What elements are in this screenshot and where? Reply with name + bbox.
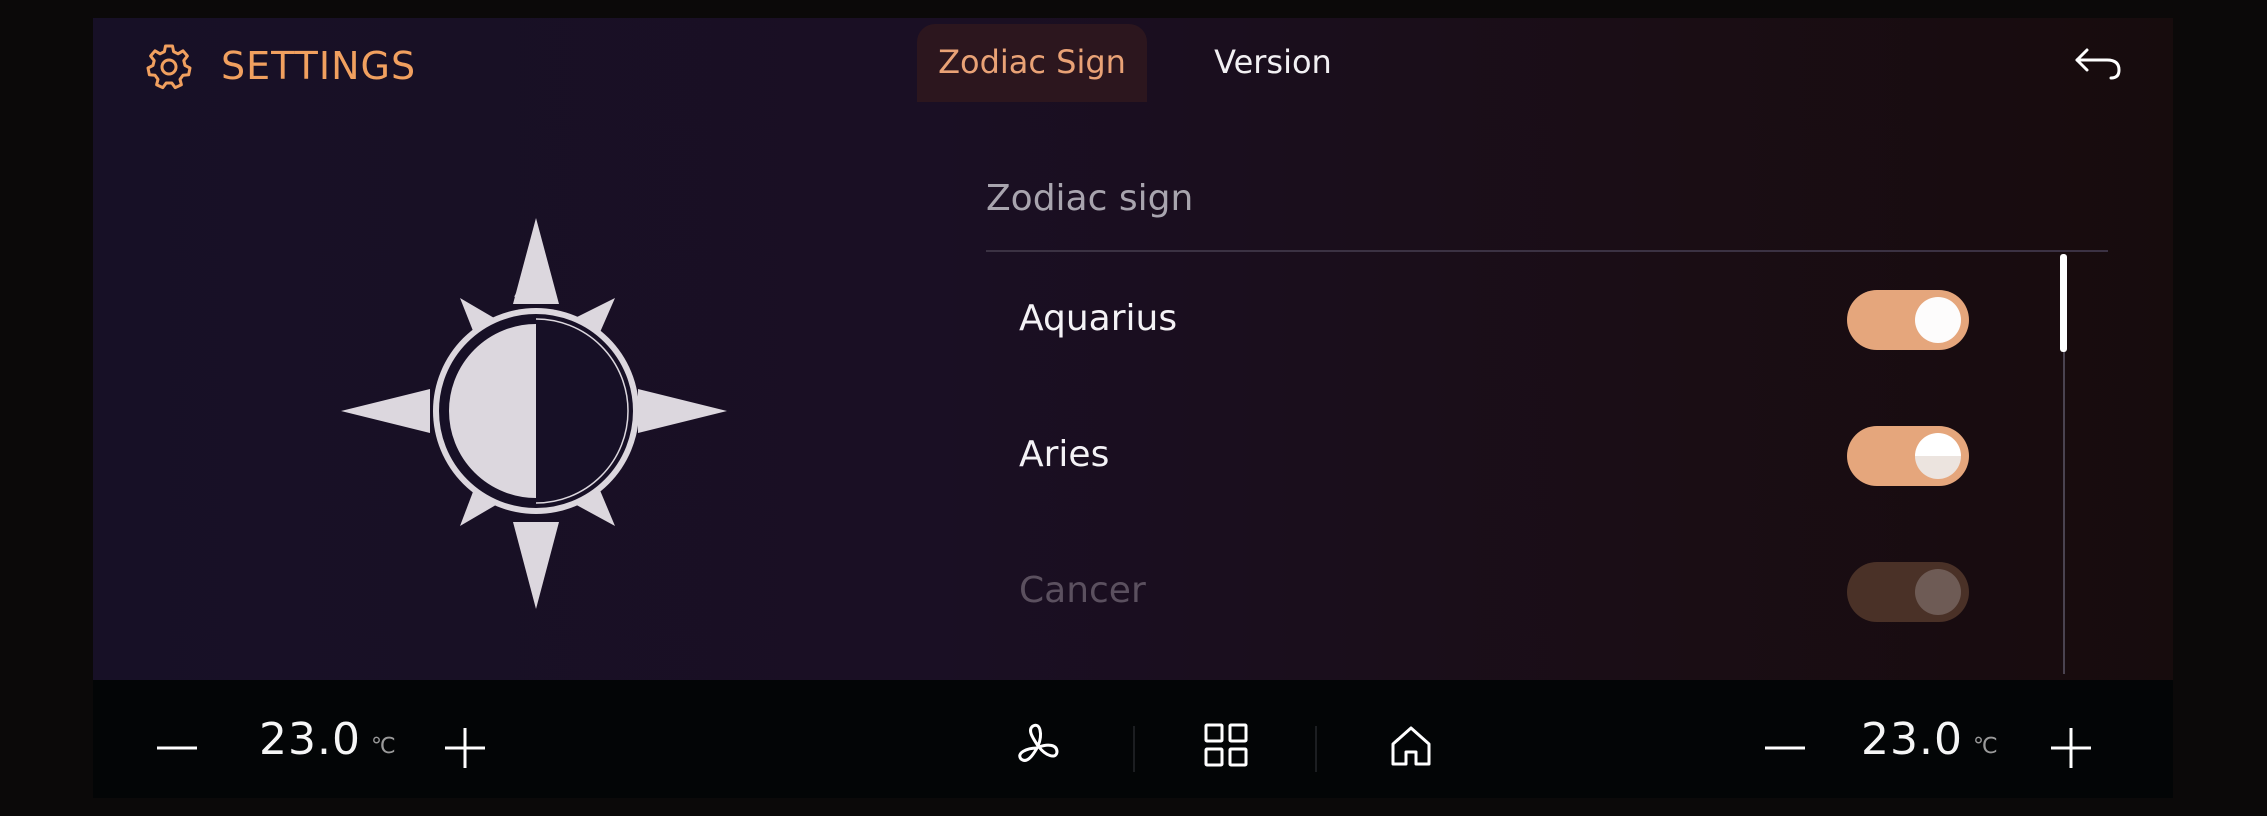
left-temperature-value: 23.0 — [259, 714, 361, 765]
divider — [986, 250, 2108, 252]
toggle-knob — [1915, 569, 1961, 615]
plus-icon[interactable] — [443, 726, 487, 770]
home-icon[interactable] — [1389, 724, 1433, 768]
left-temperature-unit: ℃ — [371, 734, 396, 759]
separator — [1133, 726, 1135, 772]
right-temperature-value: 23.0 — [1861, 714, 1963, 765]
list-item-label-cancer: Cancer — [1019, 570, 1146, 611]
toggle-knob — [1915, 297, 1961, 343]
sun-half-icon — [338, 196, 738, 610]
gear-icon — [145, 42, 193, 90]
apps-grid-icon[interactable] — [1203, 722, 1249, 768]
toggle-aries[interactable] — [1847, 426, 1969, 486]
settings-panel: SETTINGS Zodiac Sign Version Zodiac sign… — [93, 18, 2173, 680]
minus-icon[interactable] — [155, 726, 199, 770]
separator — [1315, 726, 1317, 772]
fan-icon[interactable] — [1013, 722, 1063, 772]
tab-version[interactable]: Version — [1175, 24, 1371, 102]
app-screen: SETTINGS Zodiac Sign Version Zodiac sign… — [93, 18, 2173, 798]
minus-icon[interactable] — [1763, 726, 1807, 770]
list-item-label-aries: Aries — [1019, 434, 1110, 475]
tab-zodiac-sign[interactable]: Zodiac Sign — [917, 24, 1147, 102]
right-temperature-unit: ℃ — [1973, 734, 1998, 759]
toggle-knob — [1915, 433, 1961, 479]
climate-bar: 23.0 ℃ 23.0 ℃ — [93, 680, 2173, 798]
plus-icon[interactable] — [2049, 726, 2093, 770]
page-title: SETTINGS — [221, 44, 417, 88]
scrollbar-thumb[interactable] — [2060, 254, 2067, 352]
list-item-label-aquarius: Aquarius — [1019, 298, 1178, 339]
toggle-cancer[interactable] — [1847, 562, 1969, 622]
toggle-aquarius[interactable] — [1847, 290, 1969, 350]
back-arrow-icon[interactable] — [2073, 40, 2123, 90]
section-heading: Zodiac sign — [986, 178, 1194, 219]
